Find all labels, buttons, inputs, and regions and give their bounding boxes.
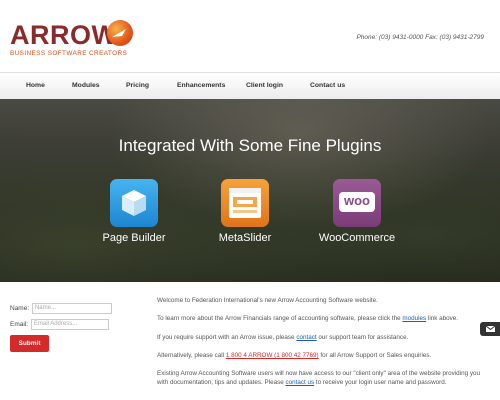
plugin-label-page-builder[interactable]: Page Builder [74,232,194,244]
hero-banner: Integrated With Some Fine Plugins Page B… [0,99,500,282]
support-text: If you require support with an Arrow iss… [157,334,409,341]
welcome-text: Welcome to Federation International's ne… [157,297,378,304]
woo-icon[interactable]: woo [333,179,381,227]
logo-tagline: BUSINESS SOFTWARE CREATORS [10,50,128,57]
main-nav: Home Modules Pricing Enhancements Client… [0,72,500,101]
client-area-text: Existing Arrow Accounting Software users… [157,370,480,386]
nav-modules[interactable]: Modules [72,82,100,89]
plugin-label-metaslider[interactable]: MetaSlider [185,232,305,244]
nav-enhancements[interactable]: Enhancements [177,82,225,89]
name-field[interactable]: Name... [31,303,112,314]
nav-client-login[interactable]: Client login [246,82,283,89]
hero-title: Integrated With Some Fine Plugins [118,136,382,155]
mail-icon[interactable] [480,322,500,336]
modules-link[interactable]: modules [402,315,426,322]
plugin-label-woocommerce[interactable]: WooCommerce [297,232,417,244]
logo-arrow-ball-icon [107,20,133,46]
contact-us-link[interactable]: contact us [285,379,314,386]
name-label: Name: [10,305,30,313]
phone-text: Alternatively, please call 1 800 4 ARROW… [157,352,432,359]
email-label: Email: [10,321,29,329]
modules-text: To learn more about the Arrow Financials… [157,315,459,322]
phone-fax: Phone: (03) 9431-0000 Fax: (03) 9431-279… [356,34,484,41]
name-row: Name: Name... [10,303,112,314]
submit-button[interactable]: Submit [10,335,49,352]
nav-home[interactable]: Home [26,82,45,89]
site-header: ARROW BUSINESS SOFTWARE CREATORS Phone: … [0,0,500,72]
woo-icon-text: woo [344,193,370,208]
contact-link[interactable]: contact [296,334,316,341]
phone-link[interactable]: 1 800 4 ARROW (1 800 42 7769) [226,352,319,359]
email-field[interactable]: Email Address... [30,319,109,330]
slider-icon[interactable] [221,179,269,227]
nav-pricing[interactable]: Pricing [126,82,149,89]
cube-icon[interactable] [110,179,158,227]
nav-contact-us[interactable]: Contact us [310,82,345,89]
arrow-logo[interactable]: ARROW BUSINESS SOFTWARE CREATORS [10,20,133,57]
email-row: Email: Email Address... [10,319,109,330]
